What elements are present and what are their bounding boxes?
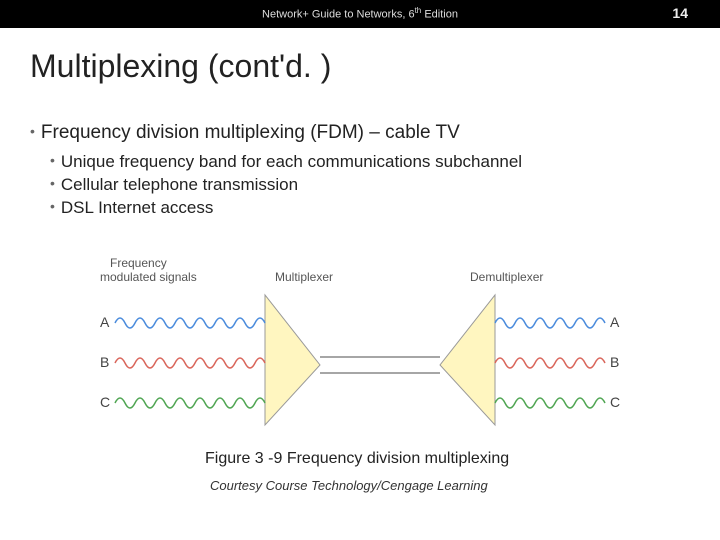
content-area: • Frequency division multiplexing (FDM) –… bbox=[30, 118, 680, 221]
label-modulated-signals: modulated signals bbox=[100, 270, 197, 284]
bullet-l1-text: Frequency division multiplexing (FDM) – … bbox=[41, 122, 460, 143]
label-multiplexer: Multiplexer bbox=[275, 270, 333, 284]
bullet-l2c-text: DSL Internet access bbox=[61, 198, 213, 217]
wave-c-out bbox=[495, 398, 605, 408]
bullet-dot-icon: • bbox=[30, 123, 35, 139]
bullet-dot-icon: • bbox=[50, 175, 55, 191]
label-demultiplexer: Demultiplexer bbox=[470, 270, 543, 284]
page-number: 14 bbox=[672, 5, 688, 21]
bullet-level1: • Frequency division multiplexing (FDM) –… bbox=[30, 122, 680, 144]
figure: Frequency modulated signals Multiplexer … bbox=[100, 255, 620, 450]
bullet-l2a-text: Unique frequency band for each communica… bbox=[61, 152, 522, 171]
wave-a-in bbox=[115, 318, 265, 328]
label-A-right: A bbox=[610, 314, 620, 330]
slide-title: Multiplexing (cont'd. ) bbox=[30, 48, 331, 85]
bullet-dot-icon: • bbox=[50, 198, 55, 214]
bullet-level2: • Unique frequency band for each communic… bbox=[50, 152, 680, 172]
demultiplexer-icon bbox=[440, 295, 495, 425]
label-frequency: Frequency bbox=[110, 256, 167, 270]
input-waves bbox=[115, 318, 265, 408]
output-waves bbox=[495, 318, 605, 408]
label-C-left: C bbox=[100, 394, 110, 410]
wave-a-out bbox=[495, 318, 605, 328]
bullet-l2b-text: Cellular telephone transmission bbox=[61, 175, 298, 194]
bullet-level2: • DSL Internet access bbox=[50, 198, 680, 218]
header-title: Network+ Guide to Networks, 6th Edition bbox=[262, 6, 458, 21]
wave-b-in bbox=[115, 358, 265, 368]
book-title-post: Edition bbox=[421, 9, 458, 21]
label-A-left: A bbox=[100, 314, 110, 330]
book-title-pre: Network+ Guide to Networks, 6 bbox=[262, 9, 415, 21]
label-C-right: C bbox=[610, 394, 620, 410]
header-bar: Network+ Guide to Networks, 6th Edition … bbox=[0, 0, 720, 28]
wave-c-in bbox=[115, 398, 265, 408]
fdm-diagram: Frequency modulated signals Multiplexer … bbox=[100, 255, 620, 445]
label-B-right: B bbox=[610, 354, 619, 370]
wave-b-out bbox=[495, 358, 605, 368]
bullet-level2: • Cellular telephone transmission bbox=[50, 175, 680, 195]
bullet-dot-icon: • bbox=[50, 152, 55, 168]
figure-caption: Figure 3 -9 Frequency division multiplex… bbox=[205, 450, 605, 468]
label-B-left: B bbox=[100, 354, 109, 370]
figure-courtesy: Courtesy Course Technology/Cengage Learn… bbox=[210, 478, 488, 493]
multiplexer-icon bbox=[265, 295, 320, 425]
